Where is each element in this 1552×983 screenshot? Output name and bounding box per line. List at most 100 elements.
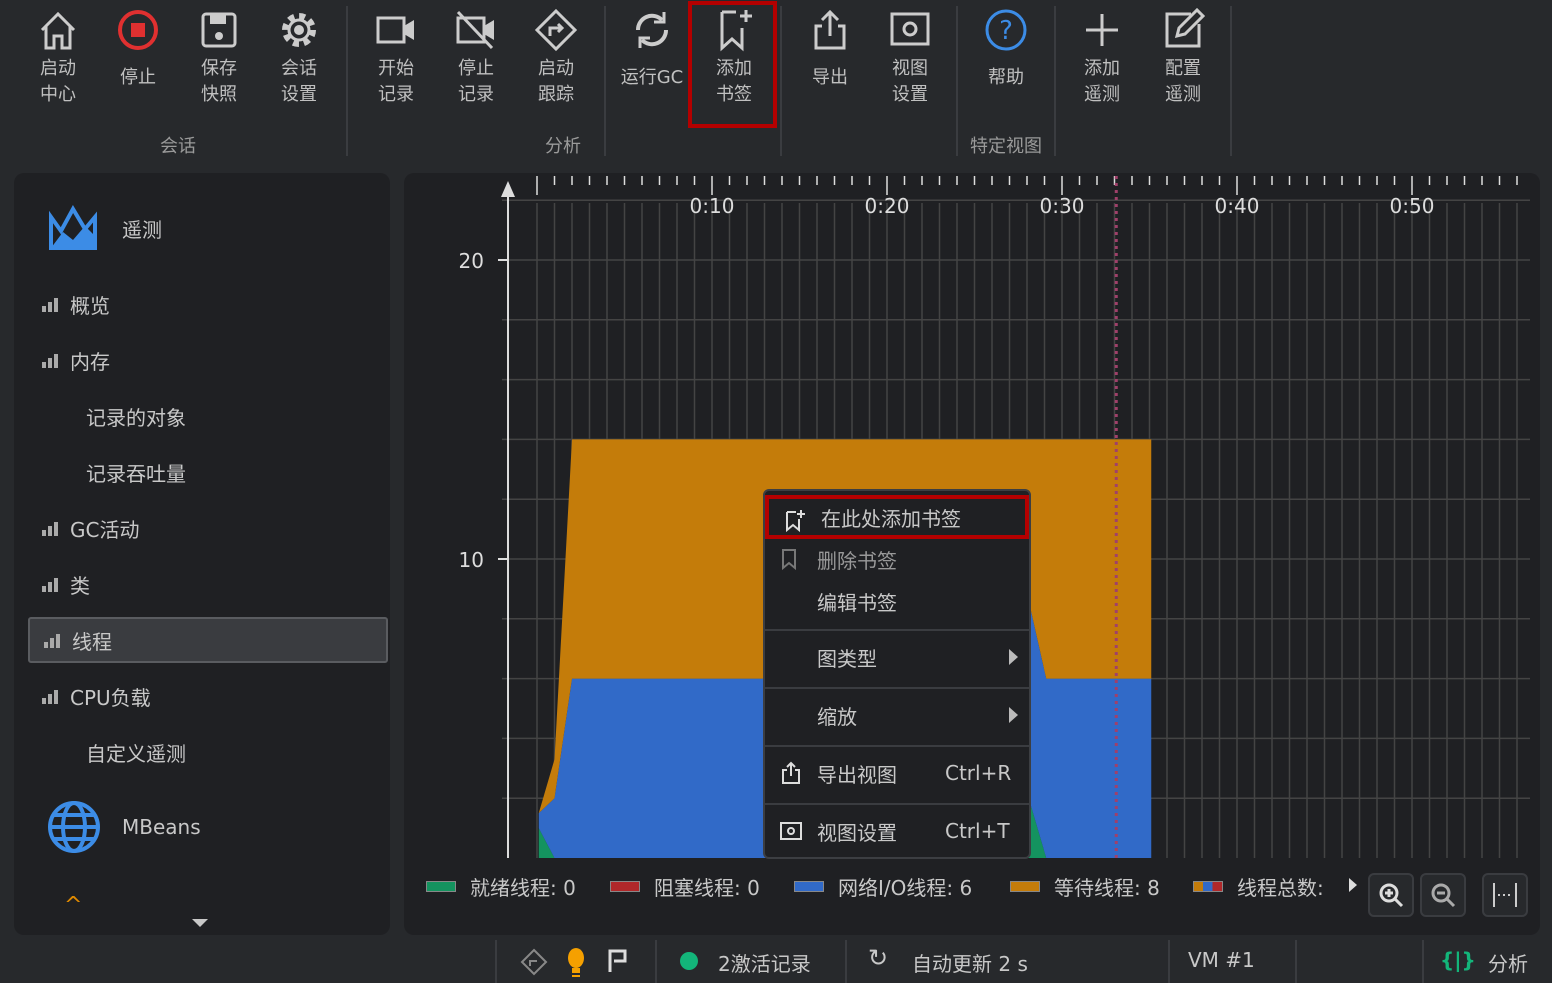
- bookmark-remove-icon: [782, 549, 796, 571]
- x-tick-label: 0:30: [1040, 194, 1085, 218]
- legend-swatch: [426, 881, 456, 892]
- export-button[interactable]: 导出: [792, 8, 868, 91]
- run-gc-label: 运行GC: [620, 67, 684, 88]
- toolbar-separator: [604, 6, 606, 156]
- add-telemetry-icon: [1086, 14, 1118, 46]
- help-button[interactable]: ? 帮助: [968, 8, 1044, 91]
- session-settings-label: 会话 设置: [281, 58, 317, 105]
- start-recording-label: 开始 记录: [378, 58, 414, 105]
- sidebar-item[interactable]: 概览: [28, 281, 388, 327]
- sidebar-item[interactable]: 线程: [28, 617, 388, 663]
- sidebar-item-label: 线程: [72, 629, 112, 654]
- menu-item-label: 导出视图: [817, 762, 897, 787]
- sidebar-item[interactable]: GC活动: [28, 505, 388, 551]
- telemetry-label: 遥测: [122, 217, 162, 242]
- telemetry-icon: [49, 205, 97, 250]
- sidebar-item[interactable]: 类: [28, 561, 388, 607]
- menu-item[interactable]: 缩放: [765, 693, 1029, 737]
- sidebar-item[interactable]: 自定义遥测: [28, 729, 388, 775]
- legend-swatch: [1010, 881, 1040, 892]
- y-axis-arrow: [501, 181, 515, 197]
- sidebar: 遥测 概览内存记录的对象记录吞吐量 GC活动类线程 CPU负载自定义遥测 MBean…: [14, 173, 390, 935]
- bar-chart-icon: [42, 578, 58, 592]
- start-center-button[interactable]: 启动 中心: [20, 8, 96, 108]
- sidebar-item[interactable]: CPU负载: [28, 673, 388, 719]
- start-recording-button[interactable]: 开始 记录: [358, 8, 434, 108]
- mbeans-section[interactable]: MBeans: [46, 799, 201, 855]
- recording-active-dot: [680, 952, 698, 970]
- start-tracking-label: 启动 跟踪: [538, 58, 574, 105]
- help-icon: ?: [985, 9, 1027, 51]
- add-telemetry-label: 添加 遥测: [1084, 58, 1120, 105]
- legend-item[interactable]: 阻塞线程: 0: [610, 872, 760, 901]
- stop-label: 停止: [120, 67, 156, 88]
- mbeans-label: MBeans: [122, 815, 201, 839]
- configure-telemetry-button[interactable]: 配置 遥测: [1145, 8, 1221, 108]
- scroll-down-arrow[interactable]: [192, 919, 208, 927]
- sidebar-item-label: GC活动: [70, 517, 140, 542]
- legend-scroll-arrow[interactable]: [1349, 878, 1357, 892]
- menu-item[interactable]: 编辑书签: [765, 579, 1029, 623]
- refresh-icon[interactable]: ↻: [868, 944, 888, 972]
- toolbar-separator: [956, 6, 958, 156]
- bar-chart-icon: [42, 522, 58, 536]
- zoom-in-button[interactable]: [1368, 873, 1414, 917]
- x-tick-label: 0:10: [690, 194, 735, 218]
- stop-recording-button[interactable]: 停止 记录: [438, 8, 514, 108]
- run-gc-button[interactable]: 运行GC: [614, 8, 690, 91]
- menu-divider: [765, 745, 1029, 747]
- flag-icon[interactable]: [606, 948, 630, 974]
- submenu-arrow-icon: [1009, 707, 1018, 723]
- highlight-box: [688, 1, 777, 128]
- y-tick-label: 10: [459, 548, 484, 572]
- menu-item[interactable]: 导出视图 Ctrl+R: [765, 751, 1029, 795]
- x-tick-label: 0:40: [1215, 194, 1260, 218]
- collapse-up-icon[interactable]: ^: [64, 893, 82, 918]
- legend-swatch: [1193, 881, 1223, 892]
- tracking-icon[interactable]: [520, 948, 548, 976]
- active-recordings[interactable]: 2激活记录: [718, 948, 811, 977]
- toolbar-group-label: 特定视图: [970, 136, 1042, 157]
- start-tracking-button[interactable]: 启动 跟踪: [518, 8, 594, 108]
- analysis-label[interactable]: 分析: [1488, 948, 1528, 977]
- sidebar-item-label: 类: [70, 573, 90, 598]
- x-tick-label: 0:20: [865, 194, 910, 218]
- session-settings-button[interactable]: 会话 设置: [261, 8, 337, 108]
- configure-telemetry-icon: [1165, 8, 1205, 48]
- auto-update[interactable]: 自动更新 2 s: [912, 948, 1028, 977]
- legend-item[interactable]: 网络I/O线程: 6: [794, 872, 972, 901]
- add-telemetry-button[interactable]: 添加 遥测: [1064, 8, 1140, 108]
- menu-item[interactable]: 在此处添加书签: [765, 495, 1029, 539]
- configure-telemetry-label: 配置 遥测: [1165, 58, 1201, 105]
- save-snapshot-button[interactable]: 保存 快照: [181, 8, 257, 108]
- start-center-label: 启动 中心: [40, 58, 76, 105]
- svg-text:?: ?: [999, 16, 1013, 46]
- bar-chart-icon: [42, 354, 58, 368]
- vm-label[interactable]: VM #1: [1188, 948, 1255, 972]
- zoom-out-button[interactable]: [1420, 873, 1466, 917]
- menu-item[interactable]: 删除书签: [765, 537, 1029, 581]
- legend-item[interactable]: 就绪线程: 0: [426, 872, 576, 901]
- run-gc-icon: [635, 12, 669, 48]
- sidebar-item[interactable]: 记录的对象: [28, 393, 388, 439]
- legend-swatch: [610, 881, 640, 892]
- menu-item[interactable]: 图类型: [765, 635, 1029, 679]
- sidebar-item[interactable]: 内存: [28, 337, 388, 383]
- analysis-icon: {|}: [1440, 948, 1476, 972]
- sidebar-item[interactable]: 记录吞吐量: [28, 449, 388, 495]
- toolbar-group-label: 会话: [160, 136, 196, 157]
- legend-item[interactable]: 线程总数:: [1193, 872, 1324, 901]
- session-settings-icon: [282, 13, 316, 47]
- toolbar-separator: [346, 6, 348, 156]
- stop-button[interactable]: 停止: [100, 8, 176, 91]
- y-tick-label: 20: [459, 249, 484, 273]
- view-settings-icon: [890, 12, 930, 46]
- view-settings-button[interactable]: 视图 设置: [872, 8, 948, 108]
- menu-item[interactable]: 视图设置 Ctrl+T: [765, 809, 1029, 853]
- lightbulb-icon[interactable]: [565, 948, 587, 978]
- context-menu: 在此处添加书签删除书签编辑书签图类型缩放导出视图 Ctrl+R 视图设置 Ctrl+T: [763, 489, 1031, 859]
- legend-item[interactable]: 等待线程: 8: [1010, 872, 1160, 901]
- menu-item-label: 删除书签: [817, 548, 897, 573]
- fit-zoom-button[interactable]: [1482, 873, 1528, 917]
- telemetry-section[interactable]: 遥测: [48, 205, 162, 251]
